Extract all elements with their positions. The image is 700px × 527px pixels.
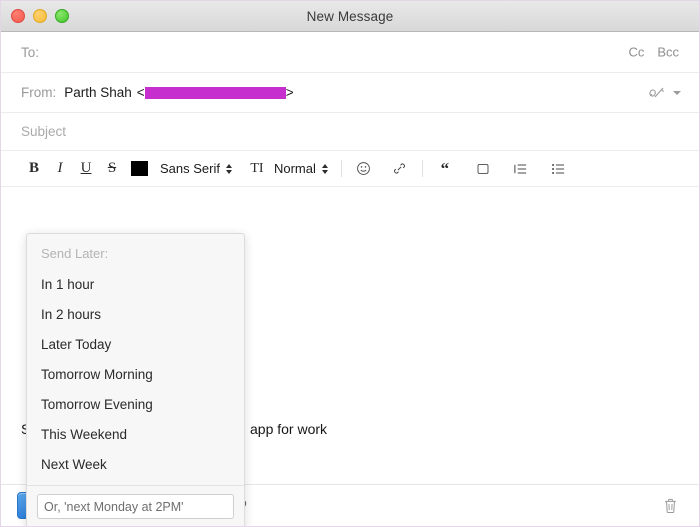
menu-item-tomorrow-evening[interactable]: Tomorrow Evening bbox=[27, 390, 244, 420]
text-color-swatch[interactable] bbox=[131, 161, 148, 176]
close-window-icon[interactable] bbox=[11, 9, 25, 23]
text-size-icon[interactable]: TI bbox=[244, 156, 270, 182]
subject-field-row[interactable]: Subject bbox=[1, 113, 699, 151]
menu-item-this-weekend[interactable]: This Weekend bbox=[27, 420, 244, 450]
custom-schedule-input[interactable] bbox=[37, 494, 234, 519]
toolbar-divider bbox=[421, 160, 423, 177]
from-email-redaction bbox=[144, 86, 286, 99]
send-later-footer bbox=[27, 485, 244, 526]
new-message-window: New Message To: Cc Bcc From: Parth Shah … bbox=[0, 0, 700, 527]
text-size-select[interactable]: Normal bbox=[270, 161, 332, 176]
smiley-icon[interactable] bbox=[351, 156, 377, 182]
underline-button[interactable]: U bbox=[73, 156, 99, 182]
from-display-name: Parth Shah bbox=[64, 85, 132, 100]
window-title: New Message bbox=[306, 8, 394, 24]
font-family-select[interactable]: Sans Serif bbox=[156, 161, 236, 176]
menu-item-in-2-hours[interactable]: In 2 hours bbox=[27, 300, 244, 330]
toolbar-divider bbox=[340, 160, 342, 177]
ordered-list-icon[interactable] bbox=[508, 156, 534, 182]
discard-draft-button[interactable] bbox=[662, 497, 679, 515]
cc-button[interactable]: Cc bbox=[628, 45, 644, 60]
traffic-lights bbox=[1, 9, 69, 23]
trash-icon bbox=[665, 498, 676, 513]
text-size-value: Normal bbox=[273, 161, 316, 176]
from-close-angle: > bbox=[285, 85, 294, 100]
link-icon[interactable] bbox=[387, 156, 413, 182]
from-open-angle: < bbox=[136, 85, 145, 100]
chevron-down-icon bbox=[673, 90, 681, 95]
strikethrough-button[interactable]: S bbox=[99, 156, 125, 182]
send-later-popover: Send Later: In 1 hour In 2 hours Later T… bbox=[26, 233, 245, 526]
from-field-row[interactable]: From: Parth Shah < > bbox=[1, 73, 699, 113]
bulleted-list-icon[interactable] bbox=[546, 156, 572, 182]
italic-button[interactable]: I bbox=[47, 156, 73, 182]
menu-item-in-1-hour[interactable]: In 1 hour bbox=[27, 270, 244, 300]
bcc-button[interactable]: Bcc bbox=[657, 45, 679, 60]
quote-icon[interactable]: “ bbox=[432, 156, 458, 182]
body-text-right: app for work bbox=[250, 421, 328, 437]
send-later-title: Send Later: bbox=[41, 246, 109, 261]
menu-item-later-today[interactable]: Later Today bbox=[27, 330, 244, 360]
font-family-value: Sans Serif bbox=[160, 161, 220, 176]
to-label: To: bbox=[21, 44, 40, 60]
zoom-window-icon[interactable] bbox=[55, 9, 69, 23]
minimize-window-icon[interactable] bbox=[33, 9, 47, 23]
from-label: From: bbox=[21, 85, 57, 100]
subject-input[interactable]: Subject bbox=[21, 124, 66, 139]
stepper-icon bbox=[225, 163, 232, 174]
signature-pen-icon[interactable] bbox=[648, 85, 681, 101]
menu-item-tomorrow-morning[interactable]: Tomorrow Morning bbox=[27, 360, 244, 390]
from-value[interactable]: Parth Shah < > bbox=[64, 85, 293, 100]
bold-button[interactable]: B bbox=[21, 156, 47, 182]
menu-item-next-week[interactable]: Next Week bbox=[27, 450, 244, 480]
to-field-row[interactable]: To: Cc Bcc bbox=[1, 32, 699, 73]
window-titlebar: New Message bbox=[1, 1, 699, 32]
stepper-icon bbox=[321, 163, 328, 174]
format-toolbar: B I U S Sans Serif TI Normal “ bbox=[1, 151, 699, 187]
cc-bcc-group: Cc Bcc bbox=[628, 45, 679, 60]
image-icon[interactable] bbox=[470, 156, 496, 182]
